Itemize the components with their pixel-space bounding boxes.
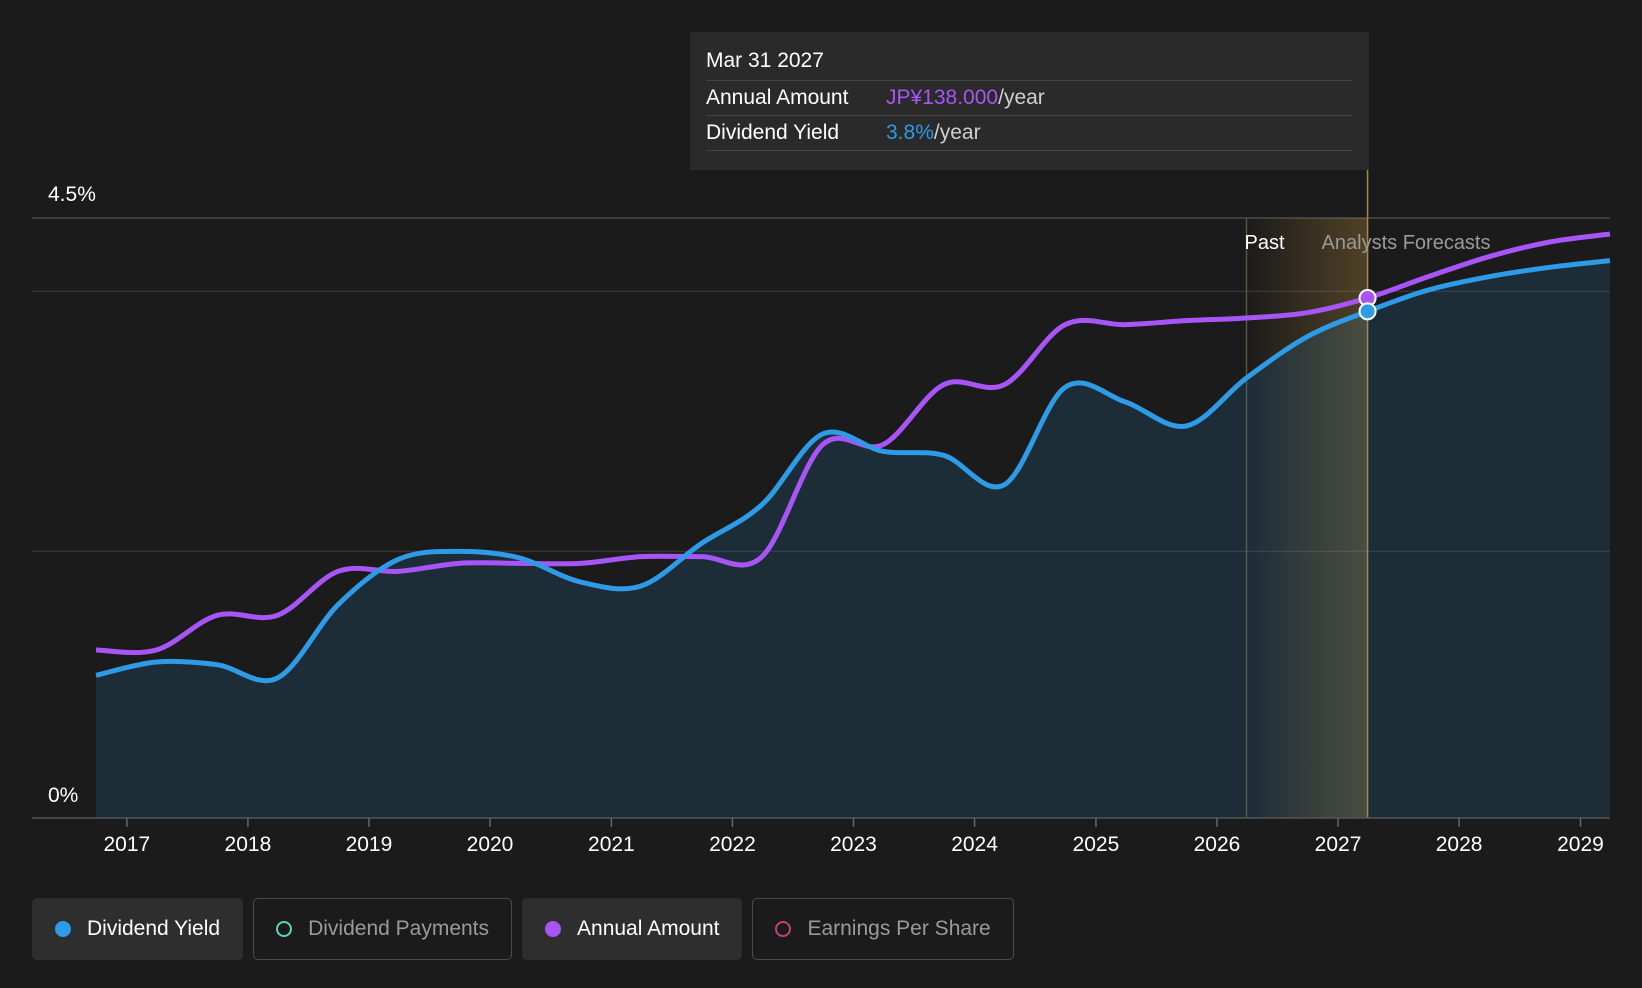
- legend-annual-amount[interactable]: Annual Amount: [522, 898, 743, 960]
- legend-dividend-yield[interactable]: Dividend Yield: [32, 898, 244, 960]
- yield-area: [96, 260, 1610, 819]
- legend-dividend-payments[interactable]: Dividend Payments: [253, 898, 513, 960]
- x-tick-label: 2019: [346, 833, 393, 856]
- tooltip-yield-value: 3.8%: [886, 121, 934, 144]
- tooltip-date: Mar 31 2027: [706, 46, 1353, 81]
- past-region-label: Past: [1245, 232, 1285, 254]
- x-tick-label: 2023: [830, 833, 877, 856]
- legend-label: Dividend Yield: [87, 917, 221, 940]
- legend-label: Dividend Payments: [308, 917, 490, 940]
- x-tick-label: 2017: [103, 833, 150, 856]
- tooltip-yield-unit: /year: [933, 121, 981, 144]
- yield-area-fill: [96, 260, 1610, 819]
- forecast-region-label: Analysts Forecasts: [1322, 232, 1491, 254]
- x-tick-label: 2024: [951, 833, 998, 856]
- x-tick-label: 2028: [1436, 833, 1483, 856]
- highlight-markers: [1358, 289, 1377, 321]
- x-tick-label: 2021: [588, 833, 635, 856]
- x-tick-label: 2026: [1194, 833, 1241, 856]
- y-axis-max-label: 4.5%: [48, 183, 96, 206]
- tooltip-amount-label: Annual Amount: [706, 86, 849, 109]
- legend-label: Annual Amount: [577, 917, 720, 940]
- legend-dot-icon: [55, 921, 71, 937]
- tooltip-row-amount: Annual Amount JP¥138.000 /year: [706, 81, 1353, 116]
- x-tick-label: 2027: [1315, 833, 1362, 856]
- legend-dot-icon: [545, 921, 562, 937]
- x-tick-label: 2018: [225, 833, 272, 856]
- tooltip-amount-value: JP¥138.000: [886, 86, 999, 109]
- chart-tooltip: Mar 31 2027 Annual Amount JP¥138.000 /ye…: [690, 32, 1369, 170]
- yield-marker-point: [1358, 302, 1377, 321]
- x-tick-label: 2025: [1073, 833, 1120, 856]
- tooltip-yield-label: Dividend Yield: [706, 121, 840, 144]
- x-tick-label: 2029: [1557, 833, 1604, 856]
- x-tick-label: 2020: [467, 833, 514, 856]
- y-axis-min-label: 0%: [48, 784, 78, 807]
- x-tick-label: 2022: [709, 833, 756, 856]
- legend-label: Earnings Per Share: [807, 917, 991, 940]
- chart-legend: Dividend Yield Dividend Payments Annual …: [32, 898, 1014, 960]
- legend-dot-icon: [276, 921, 293, 937]
- legend-dot-icon: [775, 921, 792, 937]
- tooltip-amount-unit: /year: [998, 86, 1045, 109]
- x-axis: 2017 2018 2019 2020 2021 2022 2023 2024 2025 2026…: [32, 817, 1610, 856]
- legend-earnings-per-share[interactable]: Earnings Per Share: [752, 898, 1014, 960]
- tooltip-row-yield: Dividend Yield 3.8% /year: [706, 116, 1353, 151]
